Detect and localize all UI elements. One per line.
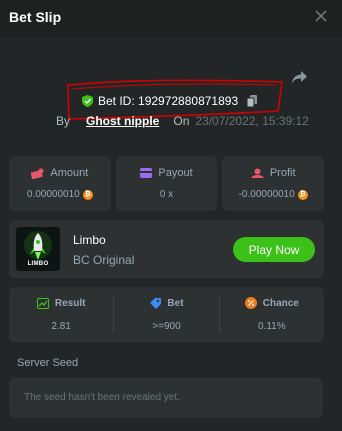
- money-icon: [31, 168, 44, 179]
- thumb-label: LIMBO: [27, 261, 49, 267]
- bet-byline: By Ghost nipple On 23/07/2022, 15:39:12: [56, 114, 309, 128]
- detail-result: Result 2.81: [9, 287, 113, 342]
- verified-shield-icon: [82, 95, 93, 107]
- detail-chance: Chance 0.11%: [220, 287, 324, 342]
- profit-icon: [250, 168, 264, 178]
- detail-value: 2.81: [51, 320, 71, 332]
- stat-payout: Payout 0 x: [115, 156, 218, 211]
- stat-label: Amount: [50, 167, 89, 179]
- bet-datetime: 23/07/2022, 15:39:12: [195, 114, 309, 128]
- stat-value: 0.00000010: [26, 189, 80, 200]
- game-name: Limbo: [73, 233, 106, 247]
- stat-amount: Amount 0.00000010 ₿: [9, 156, 111, 211]
- stat-label: Profit: [269, 167, 296, 179]
- game-card: LIMBO Limbo BC Original Play Now: [9, 220, 324, 278]
- detail-label: Bet: [167, 297, 184, 309]
- on-label: On: [173, 114, 190, 128]
- server-seed-label: Server Seed: [17, 357, 79, 369]
- detail-bet: Bet >=900: [114, 287, 218, 342]
- close-icon[interactable]: [314, 9, 328, 23]
- stat-value: 0 x: [159, 189, 174, 200]
- bitcoin-icon: ₿: [297, 189, 308, 200]
- stat-label: Payout: [158, 167, 193, 179]
- detail-label: Chance: [262, 297, 299, 309]
- payout-card-icon: [140, 168, 153, 178]
- stat-value: -0.00000010: [238, 189, 295, 200]
- share-icon[interactable]: [291, 70, 308, 85]
- header-bar: Bet Slip: [0, 0, 342, 38]
- bet-id-text: Bet ID: 192972880871893: [98, 94, 239, 108]
- by-label: By: [56, 114, 71, 128]
- detail-label: Result: [54, 297, 86, 309]
- detail-value: >=900: [152, 320, 181, 332]
- bet-stats: Amount 0.00000010 ₿ Payout 0 x Profit -0…: [9, 156, 325, 211]
- play-now-button[interactable]: Play Now: [233, 237, 315, 262]
- bet-tag-icon: [150, 297, 162, 309]
- server-seed-field: The seed hasn't been revealed yet.: [9, 378, 323, 418]
- bet-details: Result 2.81 Bet >=900 Chance 0.11%: [9, 287, 324, 342]
- stat-profit: Profit -0.00000010 ₿: [222, 156, 325, 211]
- page-title: Bet Slip: [9, 9, 62, 25]
- percent-icon: [244, 297, 257, 309]
- bet-id-row: Bet ID: 192972880871893: [82, 93, 258, 109]
- game-provider: BC Original: [73, 253, 135, 267]
- bitcoin-icon: ₿: [82, 189, 93, 200]
- username-link[interactable]: Ghost nipple: [86, 114, 159, 128]
- result-chart-icon: [36, 297, 49, 309]
- detail-value: 0.11%: [258, 321, 286, 332]
- game-thumbnail[interactable]: LIMBO: [16, 227, 60, 271]
- copy-icon[interactable]: [247, 95, 258, 107]
